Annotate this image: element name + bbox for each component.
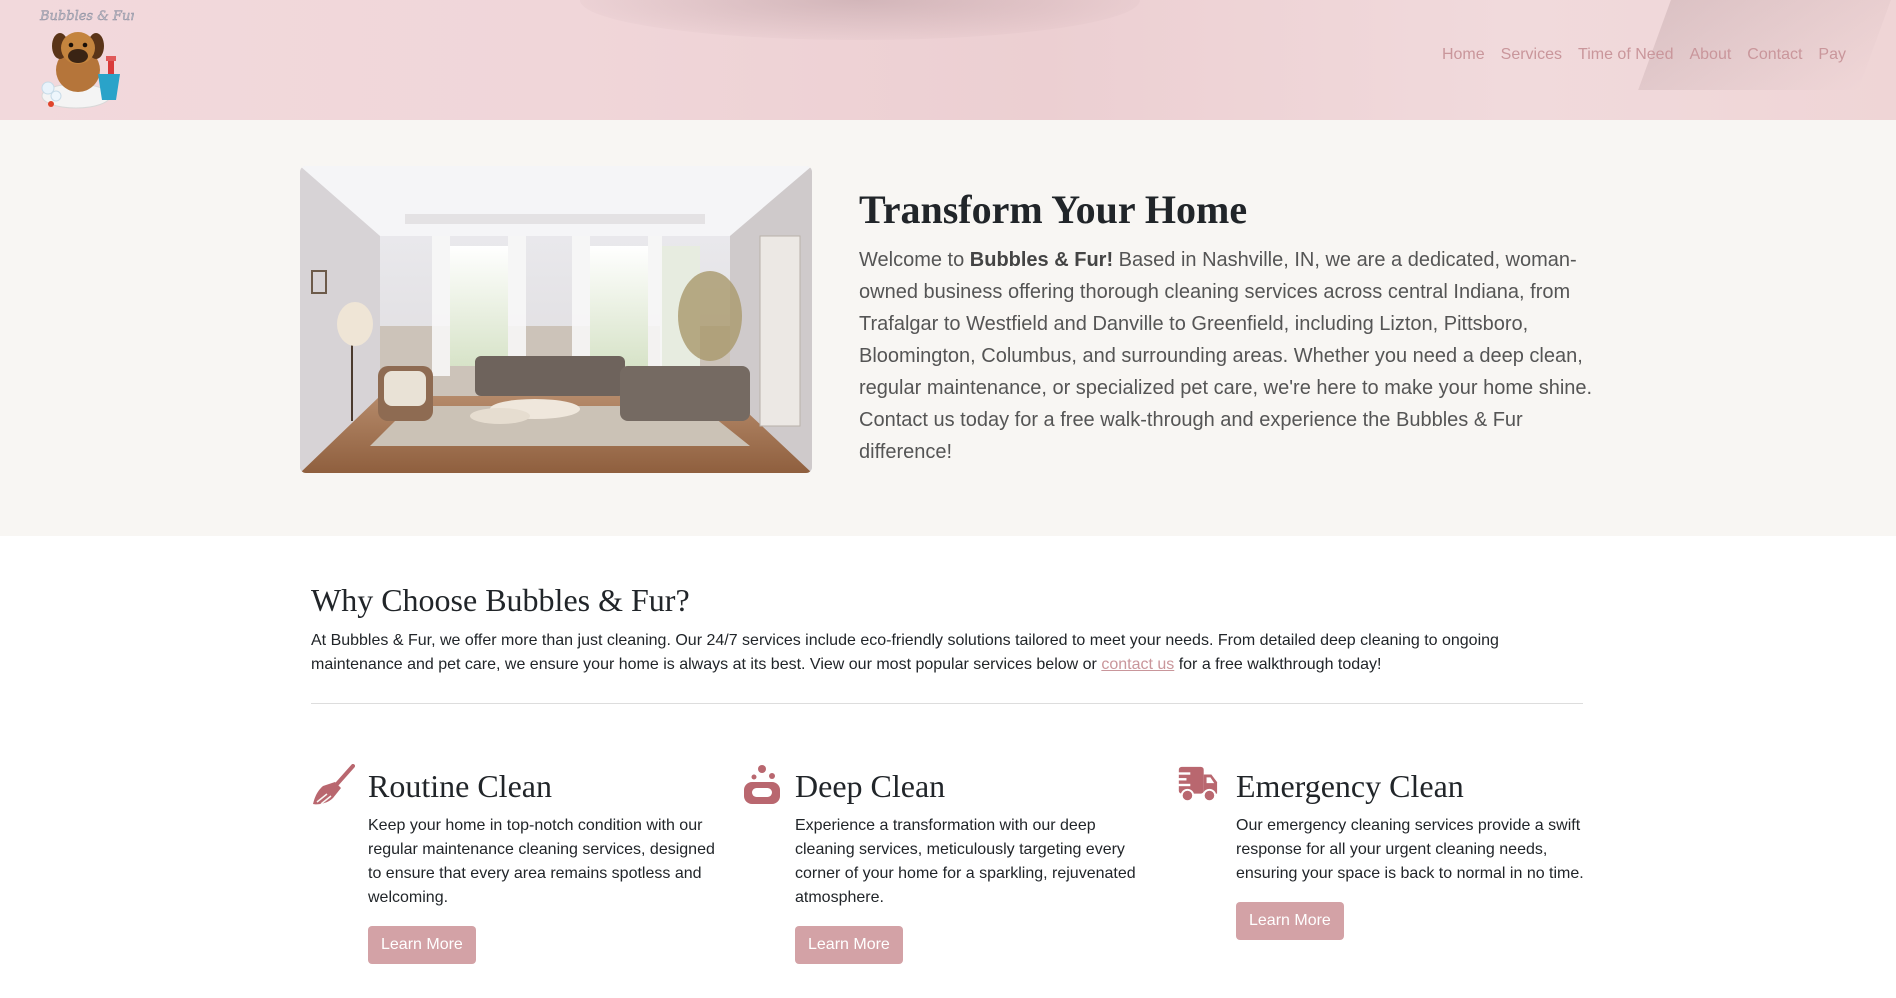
broom-icon: [313, 764, 355, 805]
section-divider: [311, 703, 1583, 704]
why-text-after: for a free walkthrough today!: [1174, 656, 1382, 673]
nav-pay[interactable]: Pay: [1810, 46, 1854, 64]
hero-text-block: Transform Your Home Welcome to Bubbles &…: [859, 186, 1599, 468]
bubbles-and-fur-logo[interactable]: Bubbles & Fur: [34, 4, 134, 112]
nav-home[interactable]: Home: [1434, 46, 1493, 64]
why-choose-section: Why Choose Bubbles & Fur? At Bubbles & F…: [311, 582, 1583, 677]
learn-more-button[interactable]: Learn More: [368, 926, 476, 964]
feature-content: Emergency Clean Our emergency cleaning s…: [1236, 764, 1586, 940]
truck-fast-icon: [1175, 766, 1218, 803]
feature-content: Deep Clean Experience a transformation w…: [795, 764, 1145, 964]
why-choose-text: At Bubbles & Fur, we offer more than jus…: [311, 629, 1583, 677]
learn-more-button[interactable]: Learn More: [795, 926, 903, 964]
feature-description: Keep your home in top-notch condition wi…: [368, 817, 715, 906]
hero-title: Transform Your Home: [859, 187, 1248, 232]
hero-section: Transform Your Home Welcome to Bubbles &…: [0, 120, 1896, 536]
feature-description: Experience a transformation with our dee…: [795, 817, 1136, 906]
feature-title: Emergency Clean: [1236, 768, 1464, 804]
logo-lettering: Bubbles & Fur: [39, 9, 134, 24]
why-choose-title: Why Choose Bubbles & Fur?: [311, 582, 690, 618]
feature-title: Routine Clean: [368, 768, 552, 804]
soap-icon: [744, 765, 780, 804]
hero-description-text: Based in Nashville, IN, we are a dedicat…: [859, 249, 1593, 463]
contact-us-link[interactable]: contact us: [1101, 656, 1174, 673]
nav-contact[interactable]: Contact: [1739, 46, 1810, 64]
feature-title: Deep Clean: [795, 768, 946, 804]
living-room-image: [300, 166, 812, 473]
header-background-shape: [1638, 0, 1896, 90]
hero-description: Welcome to Bubbles & Fur! Based in Nashv…: [859, 244, 1599, 468]
header-background-shape: [580, 0, 1140, 40]
main-navigation: Home Services Time of Need About Contact…: [1434, 46, 1854, 64]
nav-time-of-need[interactable]: Time of Need: [1570, 46, 1681, 64]
hero-brand-name: Bubbles & Fur!: [969, 249, 1114, 271]
feature-description: Our emergency cleaning services provide …: [1236, 817, 1584, 882]
site-header: Bubbles & Fur Home Services Time of Need…: [0, 0, 1896, 120]
feature-content: Routine Clean Keep your home in top-notc…: [368, 764, 728, 964]
learn-more-button[interactable]: Learn More: [1236, 902, 1344, 940]
nav-about[interactable]: About: [1681, 46, 1739, 64]
nav-services[interactable]: Services: [1493, 46, 1570, 64]
hero-intro: Welcome to: [859, 249, 970, 271]
